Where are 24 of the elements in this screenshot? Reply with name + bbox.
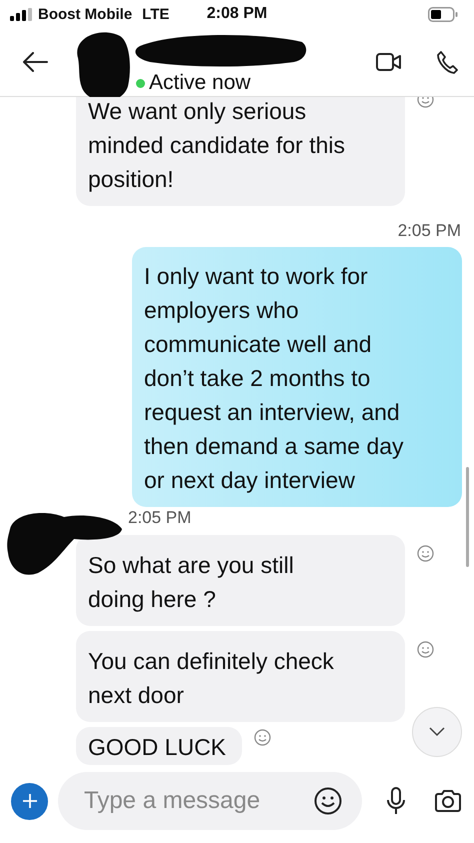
microphone-icon[interactable] (387, 787, 405, 815)
clock-time: 2:08 PM (206, 5, 268, 23)
message-text: GOOD LUCK (88, 733, 226, 761)
camera-icon[interactable] (434, 789, 462, 813)
video-call-icon[interactable] (376, 53, 402, 71)
message-text: So what are you still doing here ? (88, 551, 295, 614)
chevron-down-icon (429, 727, 445, 737)
message-composer[interactable]: Type a message (58, 772, 362, 830)
message-time: 2:05 PM (128, 508, 192, 528)
message-text: I only want to work for employers who communicate well and don’t take 2 months to request an interview, and then demand a same day or next day interview (144, 262, 405, 495)
message-time: 2:05 PM (398, 221, 461, 241)
message-field[interactable]: Type a message (82, 786, 314, 816)
battery-icon (428, 6, 458, 22)
back-arrow-icon[interactable] (22, 52, 48, 72)
phone-call-icon[interactable] (436, 50, 458, 74)
network-type: LTE (142, 6, 170, 22)
presence-status: Active now (149, 71, 251, 95)
message-text: You can definitely check next door (88, 647, 335, 710)
signal-icon (10, 8, 32, 20)
smiley-icon[interactable] (314, 787, 342, 815)
message-text: We want only serious minded candidate for this position! (88, 97, 346, 194)
add-button[interactable] (11, 782, 48, 820)
carrier-name: Boost Mobile (38, 6, 132, 22)
plus-icon (22, 793, 38, 809)
